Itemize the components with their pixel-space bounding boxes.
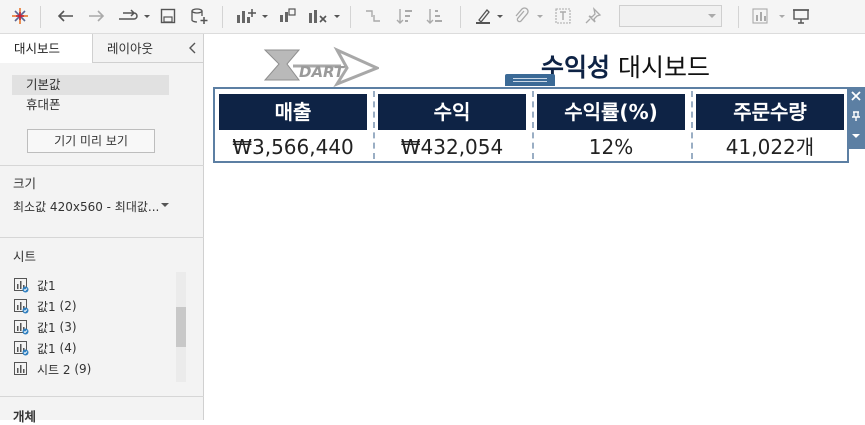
sheet-name: 값1 (37, 320, 56, 335)
text-label-icon[interactable] (552, 4, 574, 28)
list-item[interactable]: 시트 2 (9) (13, 359, 91, 379)
list-item[interactable]: 값1 (2) (13, 296, 77, 316)
size-section-title: 크기 (13, 176, 37, 191)
kpi-value: 41,022개 (725, 135, 815, 159)
sort-ascending-icon[interactable] (394, 4, 416, 28)
sheet-count: (3) (59, 320, 77, 334)
swap-icon[interactable] (116, 4, 140, 28)
kpi-sales[interactable]: 매출 ₩3,566,440 (219, 94, 367, 164)
sheets-section-title: 시트 (13, 249, 37, 264)
save-icon[interactable] (157, 4, 179, 28)
presentation-icon[interactable] (790, 4, 812, 28)
chevron-down-icon[interactable] (778, 10, 786, 22)
kpi-container[interactable]: 매출 ₩3,566,440 수익 ₩432,054 수익률(%) 12% 주문수… (213, 87, 849, 163)
sheet-name: 값1 (37, 299, 56, 314)
new-datasource-icon[interactable] (188, 4, 210, 28)
tab-layout[interactable]: 레이아웃 (94, 34, 174, 63)
kpi-header: 수익 (378, 94, 526, 130)
list-item[interactable]: 값1 (3) (13, 317, 77, 337)
chevron-down-icon[interactable] (333, 10, 341, 22)
sheet-icon (13, 340, 29, 356)
redo-icon[interactable] (86, 4, 108, 28)
kpi-order-quantity[interactable]: 주문수량 41,022개 (696, 94, 844, 164)
kpi-value: ₩3,566,440 (232, 135, 354, 159)
sheet-icon (13, 298, 29, 314)
chevron-down-icon[interactable] (261, 10, 269, 22)
objects-section-title: 개체 (13, 409, 37, 424)
dart-logo: DART (263, 46, 381, 88)
size-select[interactable]: 최소값 420x560 - 최대값... (13, 198, 170, 216)
kpi-profit-ratio[interactable]: 수익률(%) 12% (537, 94, 685, 164)
undo-icon[interactable] (54, 4, 76, 28)
list-item[interactable]: 값1 (13, 275, 56, 295)
new-worksheet-icon[interactable] (234, 4, 258, 28)
dashboard-canvas: DART 수익성 대시보드 매출 ₩3,566,440 수익 ₩432,054 … (205, 34, 865, 420)
page-title-rest: 대시보드 (617, 53, 710, 82)
page-title: 수익성 대시보드 (541, 48, 710, 84)
tableau-logo-icon[interactable] (8, 4, 32, 28)
sheet-count: (9) (74, 362, 92, 376)
sheet-name: 시트 2 (37, 362, 71, 377)
duplicate-sheet-icon[interactable] (276, 4, 298, 28)
container-controls (847, 87, 865, 149)
device-phone[interactable]: 휴대폰 (12, 95, 169, 115)
device-default[interactable]: 기본값 (12, 75, 169, 95)
sheet-icon (13, 361, 29, 377)
chevron-down-icon[interactable] (496, 10, 504, 22)
panel-tabs: 대시보드 레이아웃 (0, 34, 204, 63)
chevron-down-icon (708, 14, 716, 18)
chevron-left-icon[interactable] (186, 41, 200, 55)
highlight-icon[interactable] (472, 4, 494, 28)
logo-text: DART (299, 63, 346, 81)
close-icon[interactable] (849, 89, 863, 103)
attach-icon[interactable] (510, 4, 532, 28)
sheet-icon (13, 277, 29, 293)
sheet-count: (4) (59, 341, 77, 355)
chevron-down-icon[interactable] (849, 129, 863, 143)
pin-icon[interactable] (582, 4, 604, 28)
swap-rows-columns-icon[interactable] (362, 4, 384, 28)
fit-dropdown[interactable] (619, 5, 722, 27)
pin-icon[interactable] (849, 109, 863, 123)
kpi-header: 수익률(%) (537, 94, 685, 130)
sort-descending-icon[interactable] (424, 4, 446, 28)
chevron-down-icon (161, 203, 169, 207)
kpi-header: 주문수량 (696, 94, 844, 130)
show-me-icon[interactable] (750, 4, 776, 28)
tab-dashboard[interactable]: 대시보드 (0, 34, 93, 63)
sheet-name: 값1 (37, 278, 56, 293)
kpi-profit[interactable]: 수익 ₩432,054 (378, 94, 526, 164)
move-handle[interactable] (505, 74, 555, 86)
list-item[interactable]: 값1 (4) (13, 338, 77, 358)
kpi-header: 매출 (219, 94, 367, 130)
device-preview-button[interactable]: 기기 미리 보기 (27, 129, 155, 153)
dashboard-side-panel: 대시보드 레이아웃 기본값 휴대폰 기기 미리 보기 크기 최소값 420x56… (0, 34, 204, 424)
toolbar (0, 0, 865, 34)
chevron-down-icon[interactable] (536, 10, 544, 22)
sheet-name: 값1 (37, 341, 56, 356)
size-select-value: 최소값 420x560 - 최대값... (13, 200, 160, 214)
chevron-down-icon[interactable] (143, 10, 151, 22)
kpi-value: 12% (588, 135, 634, 159)
sheet-list: 값1 값1 (2) 값1 (3) 값1 (4) 시트 2 (9) (0, 272, 186, 382)
clear-sheet-icon[interactable] (306, 4, 330, 28)
sheet-count: (2) (59, 299, 77, 313)
sheet-icon (13, 319, 29, 335)
kpi-value: ₩432,054 (400, 135, 504, 159)
sheet-list-scroll-thumb[interactable] (176, 307, 186, 347)
